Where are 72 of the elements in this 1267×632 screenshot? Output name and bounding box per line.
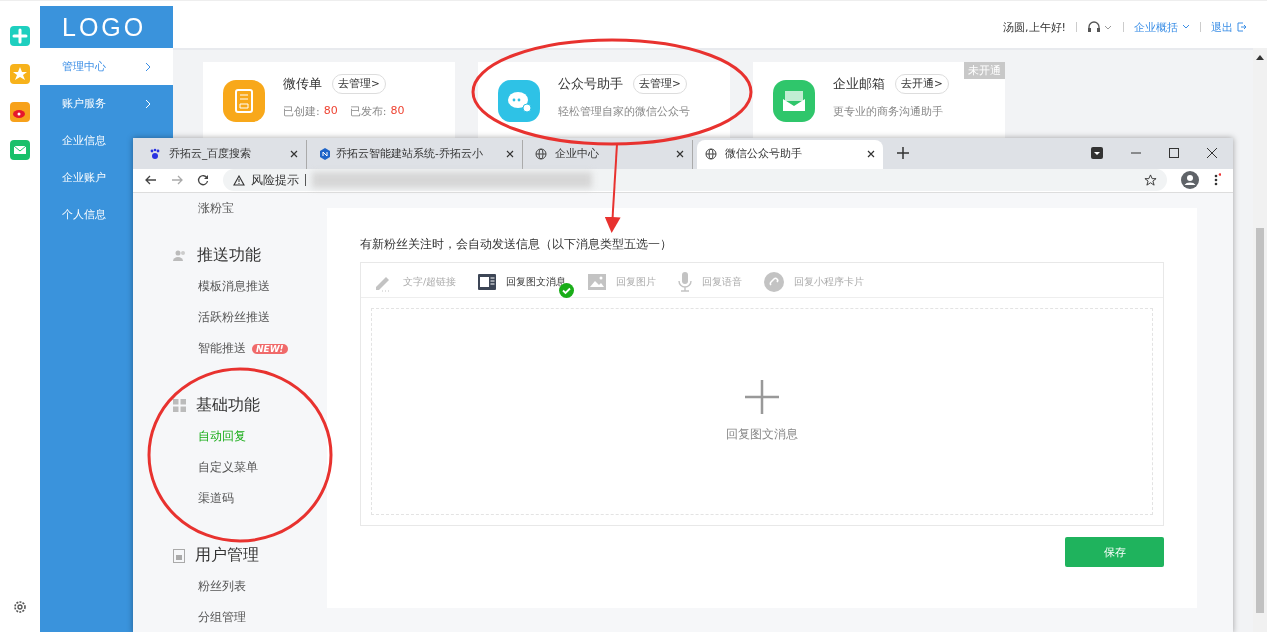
card-description: 轻松管理自家的微信公众号	[558, 103, 690, 119]
card-title: 微传单	[283, 74, 322, 93]
tab-title: 乔拓云智能建站系统-乔拓云小	[336, 147, 484, 162]
nav-group-title: 推送功能	[197, 245, 261, 266]
caret-icon	[1182, 24, 1190, 30]
back-icon[interactable]	[145, 174, 157, 187]
address-field[interactable]: 风险提示	[223, 169, 1167, 192]
logout-link[interactable]: 退出	[1211, 19, 1247, 35]
settings-icon[interactable]	[13, 600, 27, 614]
plus-icon	[745, 380, 779, 414]
id-card-icon	[173, 548, 185, 563]
nav-item[interactable]: 渠道码	[198, 491, 234, 506]
scrollbar[interactable]	[1253, 48, 1267, 632]
close-icon[interactable]	[290, 150, 298, 159]
nav-item[interactable]: 分组管理	[198, 610, 246, 625]
tab-search-icon[interactable]	[1091, 147, 1103, 160]
grid-icon	[173, 399, 186, 412]
stat-label: 已创建:	[283, 103, 320, 119]
nav-item[interactable]: 粉丝列表	[198, 579, 246, 594]
card-title: 企业邮箱	[833, 74, 885, 93]
add-label: 回复图文消息	[726, 426, 798, 443]
stat-value: 80	[323, 103, 338, 119]
greeting-text: 汤圆,上午好!	[1003, 19, 1066, 35]
profile-icon[interactable]	[1181, 171, 1199, 190]
people-icon	[173, 249, 187, 262]
new-tab-icon[interactable]	[897, 147, 909, 160]
card-description: 更专业的商务沟通助手	[833, 103, 943, 119]
nav-group-title: 基础功能	[196, 395, 260, 416]
maximize-icon[interactable]	[1169, 148, 1179, 159]
globe-icon	[705, 148, 717, 161]
warning-text: 风险提示	[251, 172, 299, 189]
tab-title: 乔拓云_百度搜索	[169, 147, 253, 162]
star-app-icon[interactable]	[10, 64, 30, 84]
close-icon[interactable]	[506, 150, 514, 159]
close-icon[interactable]	[676, 150, 684, 159]
logout-icon	[1237, 22, 1247, 32]
hexagon-icon	[319, 148, 331, 161]
new-badge: NEW!	[252, 343, 288, 354]
browser-tab[interactable]: 乔拓云智能建站系统-乔拓云小	[311, 140, 523, 169]
stat-value: 80	[390, 103, 405, 119]
headset-icon[interactable]	[1087, 21, 1113, 33]
nav-item[interactable]: 活跃粉丝推送	[198, 310, 270, 325]
overview-dropdown[interactable]: 企业概括	[1134, 19, 1190, 35]
close-icon[interactable]	[867, 150, 875, 159]
image-icon	[588, 274, 607, 290]
add-area[interactable]: 回复图文消息	[371, 308, 1153, 515]
reload-icon[interactable]	[197, 174, 209, 187]
browser-tab[interactable]: 企业中心	[527, 140, 693, 169]
tab-title: 企业中心	[555, 147, 600, 162]
bookmark-star-icon[interactable]	[1144, 174, 1157, 187]
paw-icon	[149, 148, 161, 161]
globe-icon	[535, 148, 547, 161]
menu-icon[interactable]	[1213, 173, 1221, 188]
close-icon[interactable]	[1207, 148, 1217, 159]
nav-item[interactable]: 模板消息推送	[198, 279, 270, 294]
logo: LOGO	[61, 11, 148, 43]
warning-icon	[233, 175, 245, 186]
browser-tab[interactable]: 乔拓云_百度搜索	[141, 140, 307, 169]
nav-item[interactable]: 智能推送	[198, 341, 246, 356]
stat-label: 已发布:	[349, 103, 387, 119]
browser-tab[interactable]: 微信公众号助手	[697, 140, 883, 169]
tab-title: 微信公众号助手	[725, 147, 803, 162]
nav-item[interactable]: 自定义菜单	[198, 460, 258, 475]
nav-item[interactable]: 涨粉宝	[198, 201, 327, 216]
article-icon	[478, 274, 497, 290]
intro-text: 有新粉丝关注时，会自动发送信息（以下消息类型五选一）	[360, 236, 673, 253]
menu-item[interactable]: 管理中心	[40, 48, 173, 85]
nav-group-title: 用户管理	[195, 545, 259, 566]
card-title: 公众号助手	[558, 74, 623, 93]
link-icon	[764, 272, 785, 292]
microphone-icon	[678, 272, 693, 292]
scroll-up-icon[interactable]	[1256, 54, 1264, 60]
